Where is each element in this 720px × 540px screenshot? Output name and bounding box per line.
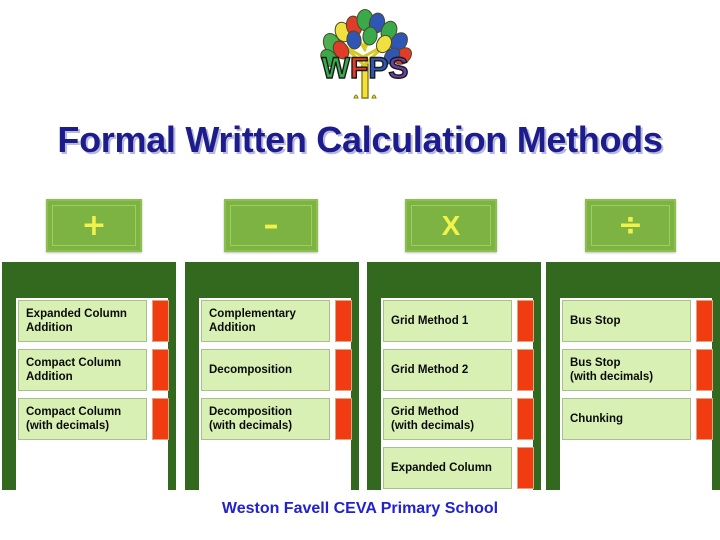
subtraction-button-inner: – — [230, 205, 312, 246]
method-item-marker[interactable] — [696, 349, 713, 391]
method-item-box[interactable]: Compact Column (with decimals) — [18, 398, 147, 440]
method-item-marker[interactable] — [152, 300, 169, 342]
method-item-marker[interactable] — [335, 300, 352, 342]
column-subtraction-right-strip — [351, 298, 359, 490]
method-item-box[interactable]: Expanded Column Addition — [18, 300, 147, 342]
method-item-marker[interactable] — [152, 349, 169, 391]
method-item-box[interactable]: Chunking — [562, 398, 691, 440]
column-addition-right-strip — [168, 298, 176, 490]
column-multiplication-header — [367, 262, 541, 298]
method-item[interactable]: Compact Column (with decimals) — [18, 398, 169, 440]
method-item[interactable]: Expanded Column Addition — [18, 300, 169, 342]
method-item-marker[interactable] — [517, 300, 534, 342]
method-item[interactable]: Complementary Addition — [201, 300, 352, 342]
wfps-tree-logo: WFPS — [310, 6, 420, 104]
division-button[interactable]: ÷ — [585, 199, 676, 252]
method-item-label: Chunking — [570, 412, 624, 425]
divide-icon: ÷ — [617, 207, 644, 243]
method-item-label: Compact Column Addition — [26, 356, 122, 383]
method-item-marker[interactable] — [517, 349, 534, 391]
method-item-marker[interactable] — [152, 398, 169, 440]
method-item-label: Bus Stop — [570, 314, 621, 327]
method-item-box[interactable]: Decomposition — [201, 349, 330, 391]
method-item[interactable]: Compact Column Addition — [18, 349, 169, 391]
method-item-label: Decomposition — [209, 363, 293, 376]
method-item[interactable]: Expanded Column — [383, 447, 534, 489]
method-item-marker[interactable] — [335, 398, 352, 440]
method-item-marker[interactable] — [696, 300, 713, 342]
addition-button[interactable]: + — [46, 199, 142, 252]
multiplication-button-inner: X — [411, 205, 491, 246]
method-item[interactable]: Decomposition (with decimals) — [201, 398, 352, 440]
method-item-marker[interactable] — [517, 398, 534, 440]
method-item[interactable]: Bus Stop — [562, 300, 713, 342]
method-item-label: Complementary Addition — [209, 307, 296, 334]
method-item-box[interactable]: Bus Stop (with decimals) — [562, 349, 691, 391]
method-item-label: Decomposition (with decimals) — [209, 405, 293, 432]
method-item-box[interactable]: Decomposition (with decimals) — [201, 398, 330, 440]
column-division-right-strip — [712, 298, 720, 490]
method-item-label: Compact Column (with decimals) — [26, 405, 122, 432]
svg-text:WFPS: WFPS — [322, 52, 409, 85]
method-item-label: Grid Method 2 — [391, 363, 469, 376]
multiplication-button[interactable]: X — [405, 199, 497, 252]
method-item-marker[interactable] — [335, 349, 352, 391]
method-item-label: Bus Stop (with decimals) — [570, 356, 654, 383]
method-item-label: Expanded Column — [391, 461, 492, 474]
method-item-box[interactable]: Grid Method 1 — [383, 300, 512, 342]
method-item[interactable]: Decomposition — [201, 349, 352, 391]
method-item-box[interactable]: Bus Stop — [562, 300, 691, 342]
method-item-box[interactable]: Grid Method (with decimals) — [383, 398, 512, 440]
method-item[interactable]: Grid Method 1 — [383, 300, 534, 342]
column-multiplication-right-strip — [533, 298, 541, 490]
school-name: Weston Favell CEVA Primary School — [221, 500, 499, 517]
method-item-marker[interactable] — [696, 398, 713, 440]
method-item-box[interactable]: Expanded Column — [383, 447, 512, 489]
minus-icon: – — [263, 207, 279, 243]
plus-icon: + — [81, 207, 107, 243]
subtraction-button[interactable]: – — [224, 199, 318, 252]
page-title: Formal Written Calculation Methods — [57, 119, 663, 160]
multiply-icon: X — [441, 209, 461, 241]
method-item-label: Grid Method 1 — [391, 314, 469, 327]
method-item[interactable]: Grid Method (with decimals) — [383, 398, 534, 440]
method-item[interactable]: Bus Stop (with decimals) — [562, 349, 713, 391]
method-item-box[interactable]: Complementary Addition — [201, 300, 330, 342]
column-addition-header — [2, 262, 176, 298]
addition-button-inner: + — [52, 205, 136, 246]
method-item[interactable]: Grid Method 2 — [383, 349, 534, 391]
method-item-box[interactable]: Compact Column Addition — [18, 349, 147, 391]
column-subtraction-header — [185, 262, 359, 298]
method-item-box[interactable]: Grid Method 2 — [383, 349, 512, 391]
division-button-inner: ÷ — [591, 205, 670, 246]
method-item-marker[interactable] — [517, 447, 534, 489]
method-item[interactable]: Chunking — [562, 398, 713, 440]
method-item-label: Grid Method (with decimals) — [391, 405, 475, 432]
method-item-label: Expanded Column Addition — [26, 307, 127, 334]
column-division-header — [546, 262, 720, 298]
